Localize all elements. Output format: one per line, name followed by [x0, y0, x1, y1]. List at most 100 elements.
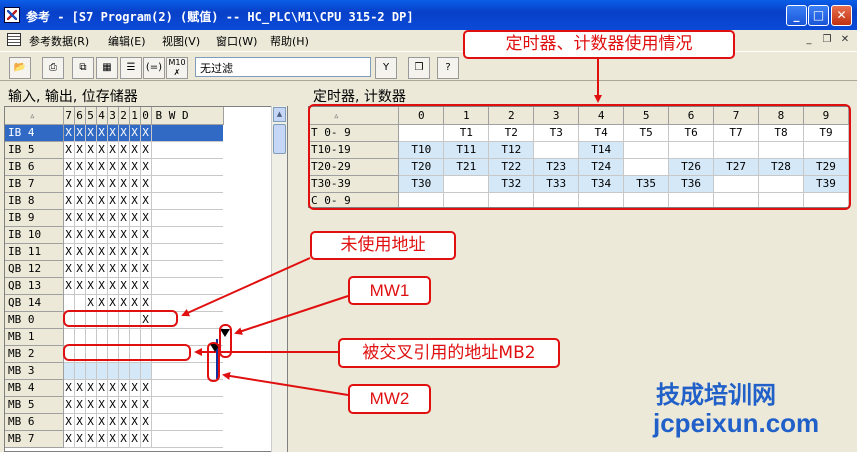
table-row[interactable]: QB 14 X X X X X X	[5, 294, 223, 312]
address-cell: IB 9	[5, 209, 64, 227]
help-icon[interactable]: ?	[437, 57, 459, 79]
table-row[interactable]: MB 6XXXXXXXX	[5, 413, 223, 431]
cross-reference-icon[interactable]: ⧉	[72, 57, 94, 79]
table-row[interactable]: IB 6XXXXXXXX	[5, 158, 223, 176]
bwd-cell	[151, 243, 223, 261]
bit-cell	[74, 294, 86, 312]
bit-cell: X	[129, 430, 141, 448]
bit-cell: X	[129, 260, 141, 278]
bit-header: 6	[74, 107, 86, 125]
unused-symbols-icon[interactable]: (=)	[143, 57, 165, 79]
menu-view[interactable]: 视图(V)	[162, 33, 200, 49]
new-window-icon[interactable]: ❒	[408, 57, 430, 79]
bit-cell: X	[85, 430, 97, 448]
table-row[interactable]: IB 11 X X X X X X X X	[5, 243, 223, 261]
bit-cell: X	[63, 209, 75, 227]
bit-cell: X	[63, 277, 75, 295]
mdi-minimize-icon[interactable]: _	[802, 33, 816, 47]
table-row[interactable]: MB 5XXXXXXXX	[5, 396, 223, 414]
bit-cell: X	[107, 396, 119, 414]
bit-cell: X	[140, 226, 152, 244]
table-row[interactable]: IB 9XXXXXXXX	[5, 209, 223, 227]
callout-unused: 未使用地址	[310, 231, 456, 260]
vertical-scrollbar[interactable]: ▲	[271, 106, 287, 452]
bit-cell: X	[85, 141, 97, 159]
table-row[interactable]: MB 3	[5, 362, 223, 380]
bit-cell: X	[74, 243, 86, 261]
bwd-cell	[151, 277, 223, 295]
address-cell: IB 11	[5, 243, 64, 261]
app-icon	[4, 7, 20, 23]
mdi-restore-icon[interactable]: ❐	[820, 33, 834, 47]
bit-cell: X	[63, 396, 75, 414]
bit-cell	[107, 328, 119, 346]
bit-cell: X	[140, 243, 152, 261]
bit-cell: X	[129, 124, 141, 142]
assignment-icon[interactable]: ▦	[96, 57, 118, 79]
bit-cell	[74, 328, 86, 346]
address-cell: IB 10	[5, 226, 64, 244]
bit-cell: X	[63, 124, 75, 142]
scroll-up-icon[interactable]: ▲	[273, 107, 286, 122]
bit-cell: X	[118, 141, 130, 159]
table-row[interactable]: IB 5XXXXXXXX	[5, 141, 223, 159]
address-cell: MB 4	[5, 379, 64, 397]
table-row[interactable]: IB 10 X X X X X X X X	[5, 226, 223, 244]
program-structure-icon[interactable]: ☰	[120, 57, 142, 79]
bit-cell: X	[96, 226, 108, 244]
bit-cell	[63, 362, 75, 380]
bit-cell: X	[140, 124, 152, 142]
bit-cell	[74, 362, 86, 380]
scroll-thumb[interactable]	[273, 124, 286, 154]
print-icon[interactable]: ⎙	[42, 57, 64, 79]
open-folder-icon[interactable]: 📂	[9, 57, 31, 79]
bit-cell: X	[140, 413, 152, 431]
bit-cell: X	[74, 379, 86, 397]
m10-icon[interactable]: M10 ✗	[166, 57, 188, 79]
mw1-highlight	[219, 324, 232, 358]
address-cell: MB 0	[5, 311, 64, 329]
bit-cell: X	[107, 124, 119, 142]
document-menu-icon[interactable]	[7, 33, 21, 46]
menu-window[interactable]: 窗口(W)	[216, 33, 257, 49]
bit-cell: X	[129, 294, 141, 312]
address-cell: QB 12	[5, 260, 64, 278]
io-memory-grid[interactable]: ▵ 7 6 5 4 3 2 1 0 B W D IB 4 X X X X X X X X IB 5…	[4, 106, 288, 452]
bit-cell: X	[118, 124, 130, 142]
bwd-cell	[151, 226, 223, 244]
table-row[interactable]: QB 12 X X X X X X X X	[5, 260, 223, 278]
menu-reference-data[interactable]: 参考数据(R)	[29, 33, 89, 49]
mdi-close-icon[interactable]: ✕	[838, 33, 852, 47]
table-row[interactable]: MB 1	[5, 328, 223, 346]
bit-cell: X	[96, 413, 108, 431]
menu-edit[interactable]: 编辑(E)	[108, 33, 146, 49]
bit-cell: X	[118, 430, 130, 448]
filter-field[interactable]: 无过滤	[195, 57, 371, 77]
maximize-button[interactable]: □	[808, 5, 829, 26]
close-button[interactable]: ✕	[831, 5, 852, 26]
mb2-highlight	[63, 344, 191, 361]
address-cell: MB 2	[5, 345, 64, 363]
filter-icon[interactable]: Y	[375, 57, 397, 79]
bit-cell: X	[140, 209, 152, 227]
bit-cell: X	[107, 175, 119, 193]
bit-cell: X	[96, 192, 108, 210]
bit-cell: X	[96, 124, 108, 142]
table-row[interactable]: IB 8XXXXXXXX	[5, 192, 223, 210]
table-row[interactable]: MB 7XXXXXXXX	[5, 430, 223, 448]
callout-mw1: MW1	[348, 276, 431, 305]
sort-indicator-icon[interactable]: ▵	[5, 107, 64, 125]
bit-cell: X	[129, 175, 141, 193]
address-cell: MB 5	[5, 396, 64, 414]
table-row[interactable]: MB 4XXXXXXXX	[5, 379, 223, 397]
bit-cell: X	[129, 379, 141, 397]
table-row[interactable]: IB 4XXXXXXXX	[5, 124, 223, 142]
menu-help[interactable]: 帮助(H)	[270, 33, 309, 49]
bit-cell: X	[140, 379, 152, 397]
table-row[interactable]: QB 13 X X X X X X X X	[5, 277, 223, 295]
table-row[interactable]: IB 7XXXXXXXX	[5, 175, 223, 193]
bit-cell: X	[85, 192, 97, 210]
minimize-button[interactable]: _	[786, 5, 807, 26]
bwd-cell	[151, 396, 223, 414]
bit-cell: X	[107, 277, 119, 295]
